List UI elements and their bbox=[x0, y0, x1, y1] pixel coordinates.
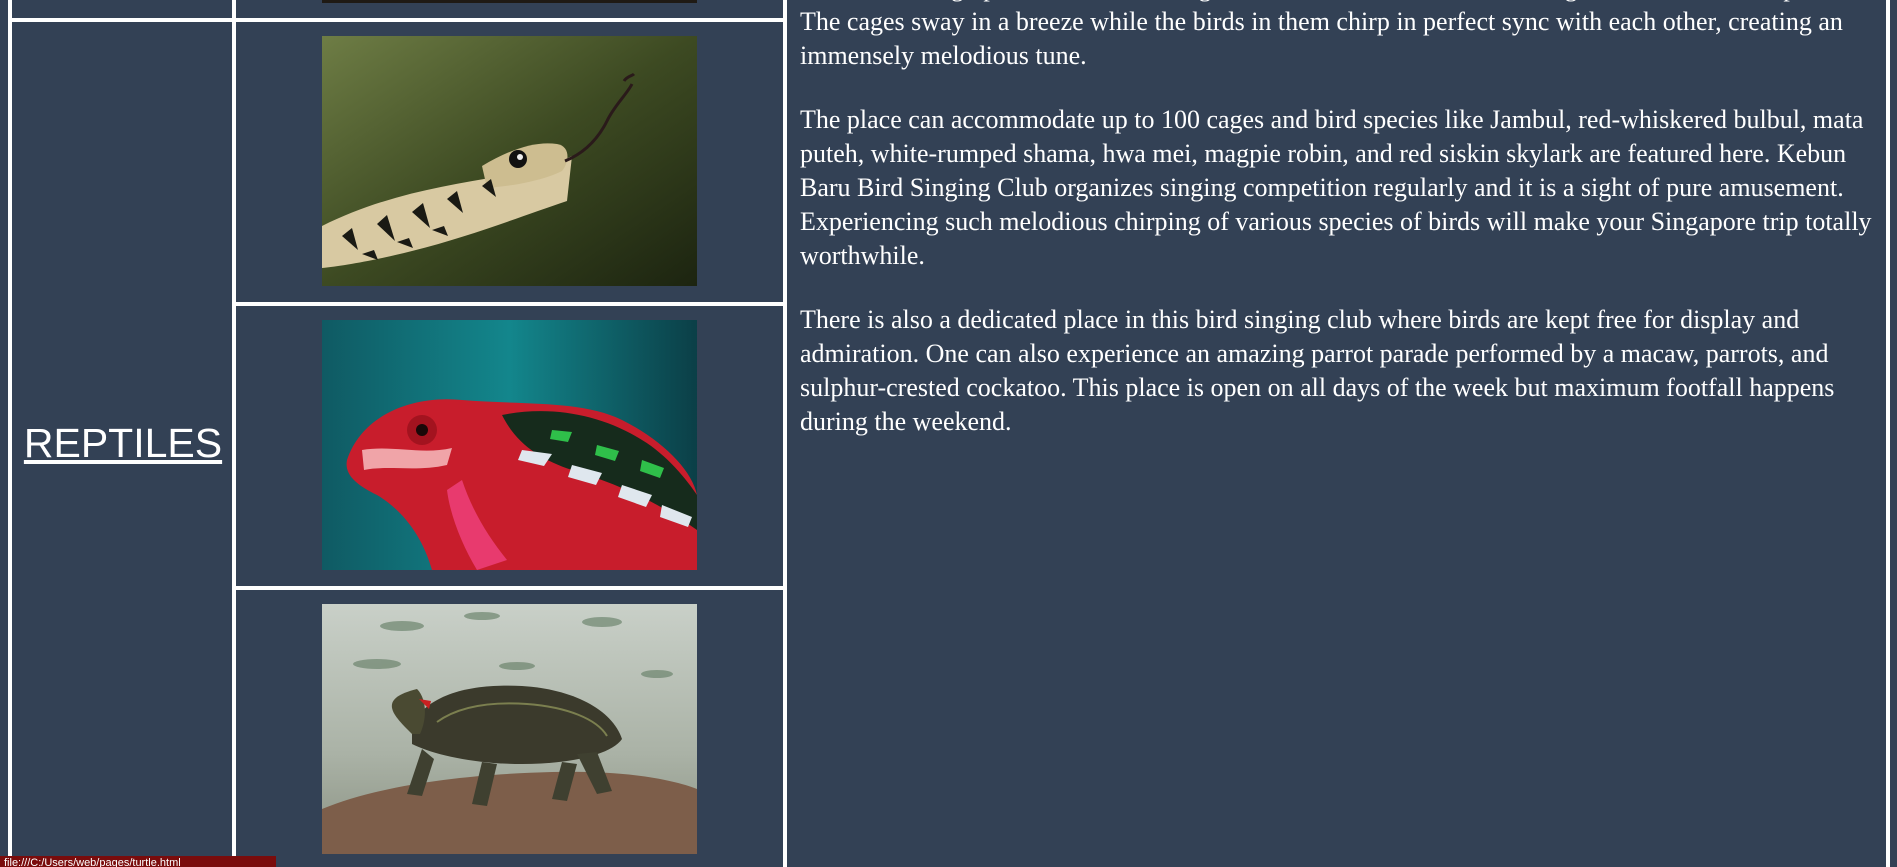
row-divider-1 bbox=[232, 302, 787, 306]
category-link-reptiles[interactable]: REPTILES bbox=[14, 420, 232, 467]
turtle-photo[interactable] bbox=[322, 604, 697, 854]
row-divider-top bbox=[8, 18, 787, 22]
article-paragraph: There is also a dedicated place in this … bbox=[800, 305, 1835, 436]
chameleon-photo[interactable] bbox=[322, 320, 697, 570]
link-status-bar: file:///C:/Users/web/pages/turtle.html bbox=[0, 856, 276, 867]
article-text: with 20 feet high poles scattered throug… bbox=[800, 0, 1878, 469]
row-divider-2 bbox=[232, 586, 787, 590]
article-paragraph: The place can accommodate up to 100 cage… bbox=[800, 105, 1872, 270]
previous-photo-edge bbox=[322, 0, 697, 3]
table-border-right bbox=[1886, 0, 1890, 867]
snake-photo[interactable] bbox=[322, 36, 697, 286]
table-border-left bbox=[8, 0, 12, 867]
table-border-mid1 bbox=[232, 0, 236, 867]
article-paragraph: with 20 feet high poles scattered throug… bbox=[800, 0, 1845, 70]
table-border-mid2 bbox=[783, 0, 787, 867]
